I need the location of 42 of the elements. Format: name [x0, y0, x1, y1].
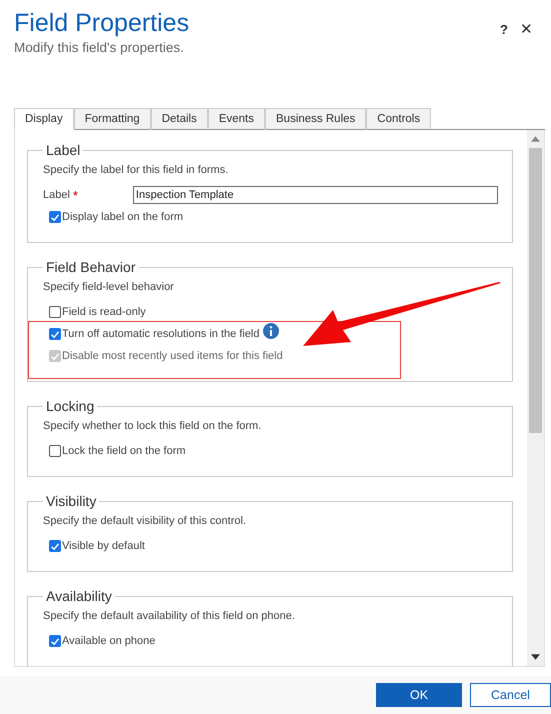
checkbox-label: Visible by default [62, 540, 145, 552]
label-input-field[interactable]: Inspection Template [132, 186, 498, 204]
help-button[interactable]: ? [494, 22, 514, 37]
required-mark: * [72, 188, 79, 202]
checkbox-label: Disable most recently used items for this field [62, 350, 283, 362]
scroll-up-icon[interactable] [531, 136, 540, 142]
scroll-down-icon[interactable] [531, 654, 540, 660]
info-icon[interactable] [262, 323, 278, 339]
checkbox[interactable] [49, 328, 61, 340]
close-button[interactable]: ✕ [514, 20, 539, 38]
section-description: Specify the label for this field in forms. [43, 164, 230, 176]
dialog-title: Field Properties [14, 8, 190, 38]
section-legend: Field Behavior [43, 259, 138, 275]
checkbox[interactable] [49, 445, 61, 457]
cancel-button[interactable]: Cancel [470, 683, 551, 707]
checkbox[interactable] [49, 540, 61, 552]
section-description: Specify the default availability of this field on phone. [43, 610, 296, 622]
ok-button[interactable]: OK [376, 683, 462, 707]
scrollbar[interactable] [527, 130, 544, 666]
checkbox[interactable] [49, 306, 61, 318]
section-legend: Availability [43, 588, 115, 604]
section-legend: Visibility [43, 493, 100, 509]
checkbox-label: Field is read-only [62, 306, 146, 318]
dialog-subtitle: Modify this field's properties. [14, 40, 185, 55]
tab[interactable]: Events [208, 108, 266, 130]
checkbox-label: Display label on the form [62, 211, 184, 223]
tab[interactable]: Display [14, 108, 74, 130]
tab[interactable]: Business Rules [265, 108, 366, 130]
section-description: Specify field-level behavior [43, 281, 175, 293]
field-label: Label [43, 189, 70, 201]
section-legend: Label [43, 142, 84, 158]
checkbox-label: Turn off automatic resolutions in the field [62, 328, 260, 340]
tab[interactable]: Controls [366, 108, 432, 130]
checkbox-label: Available on phone [62, 635, 156, 647]
section-legend: Locking [43, 398, 98, 414]
tab[interactable]: Details [150, 108, 208, 130]
checkbox[interactable] [49, 635, 61, 647]
checkbox[interactable] [49, 211, 61, 223]
tab[interactable]: Formatting [74, 108, 151, 130]
section-description: Specify whether to lock this field on the form. [43, 420, 262, 432]
section-description: Specify the default visibility of this control. [43, 515, 247, 527]
checkbox-label: Lock the field on the form [62, 445, 186, 457]
